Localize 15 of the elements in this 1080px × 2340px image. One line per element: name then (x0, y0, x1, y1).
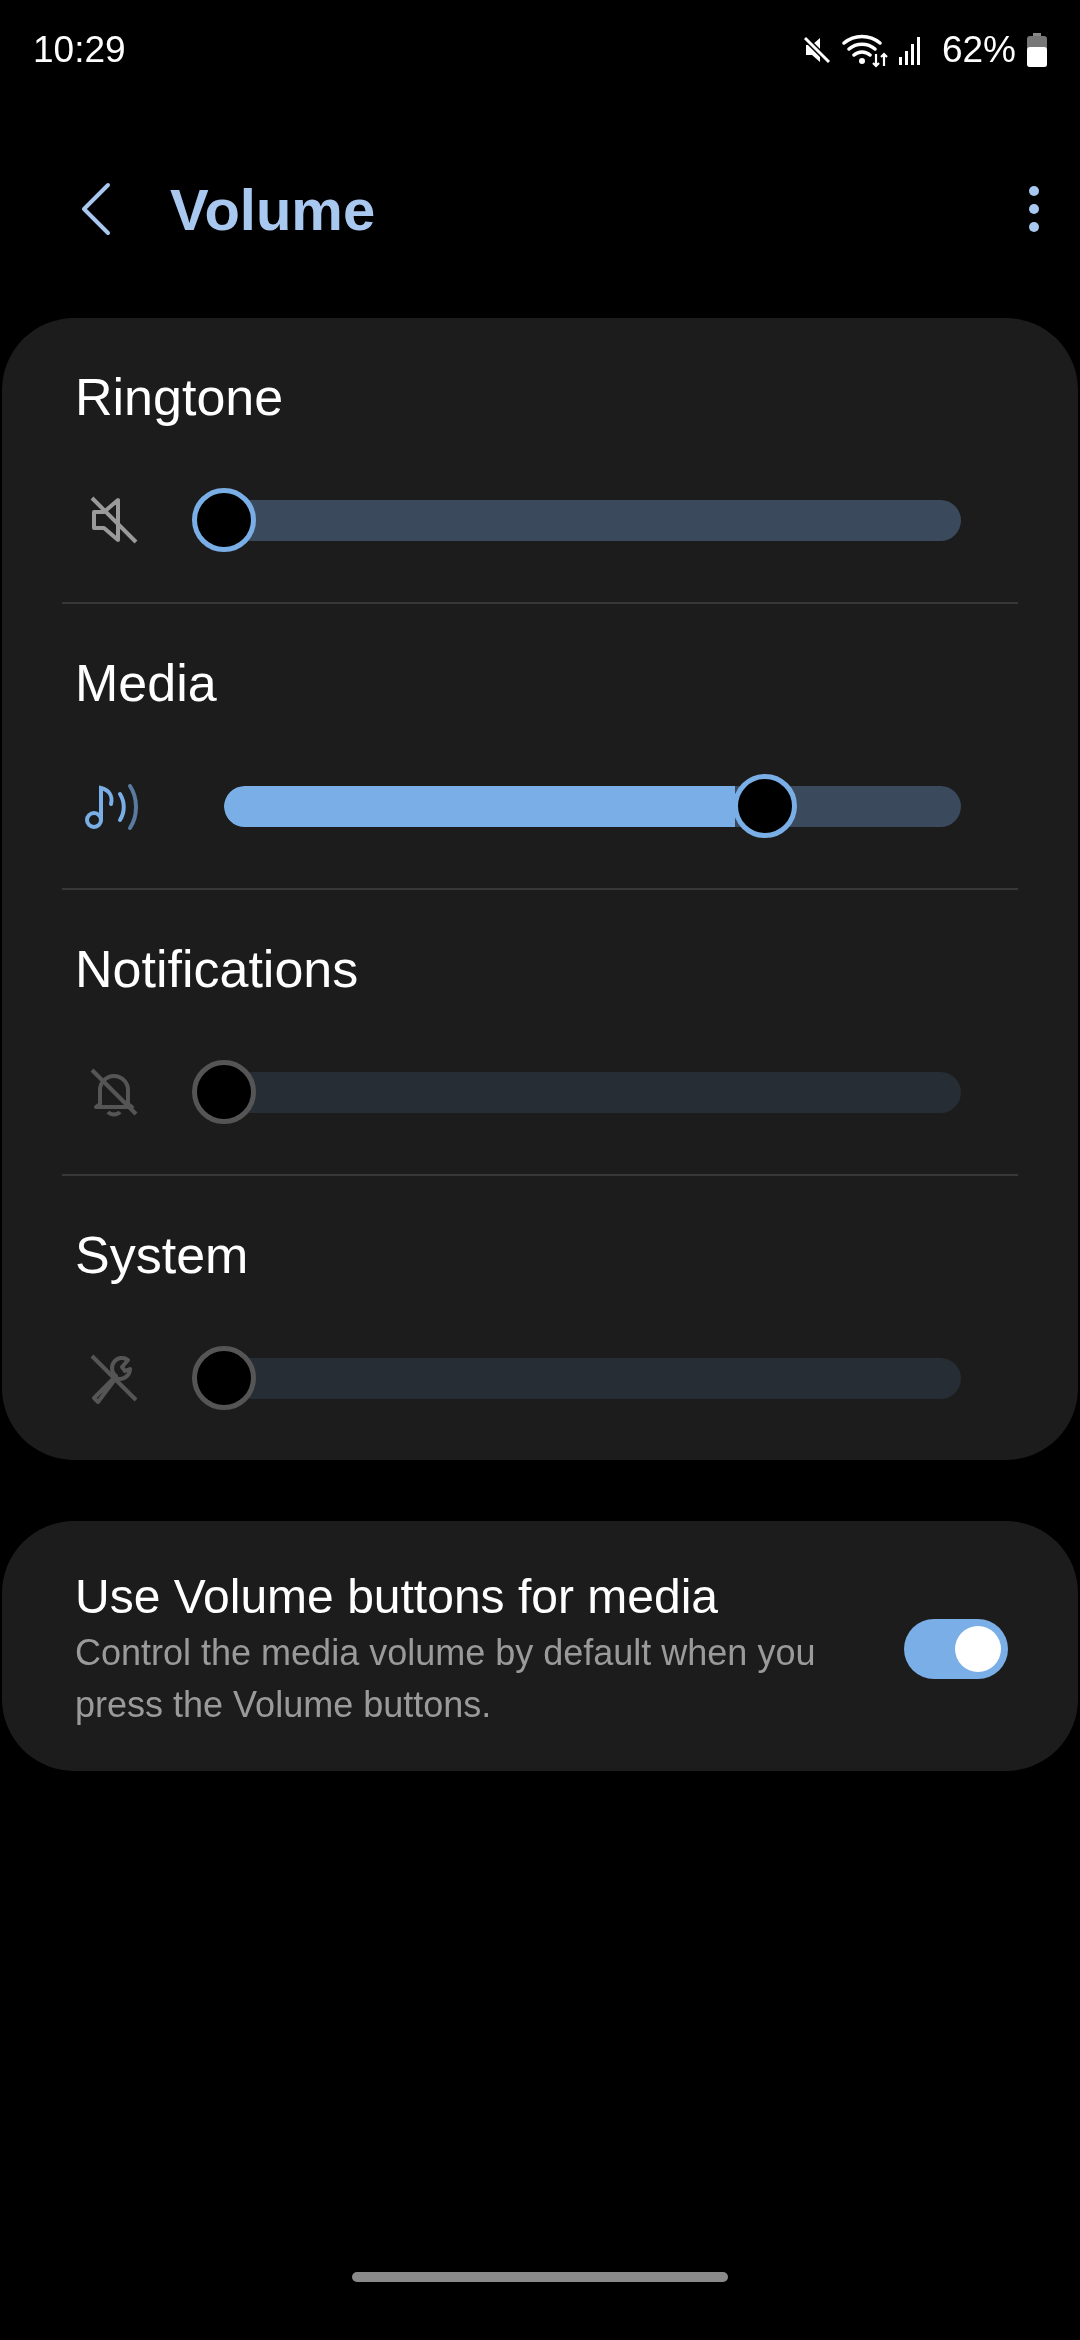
setting-description: Control the media volume by default when you press the Volume buttons. (75, 1631, 817, 1727)
signal-icon (897, 35, 922, 65)
battery-icon (1026, 33, 1048, 67)
slider-label: Media (74, 653, 218, 714)
setting-title: Use Volume buttons for media (75, 1569, 719, 1625)
slider-label: Notifications (74, 939, 360, 1000)
wifi-icon (841, 32, 888, 68)
status-time: 10:29 (33, 29, 126, 71)
battery-percent: 62% (941, 29, 1016, 71)
mute-icon (801, 35, 832, 65)
slider-label: Ringtone (74, 367, 285, 428)
toggle-switch[interactable] (904, 1619, 1008, 1679)
page-title: Volume (170, 175, 377, 243)
slider-thumb[interactable] (192, 488, 256, 552)
slider-label: System (74, 1225, 250, 1286)
